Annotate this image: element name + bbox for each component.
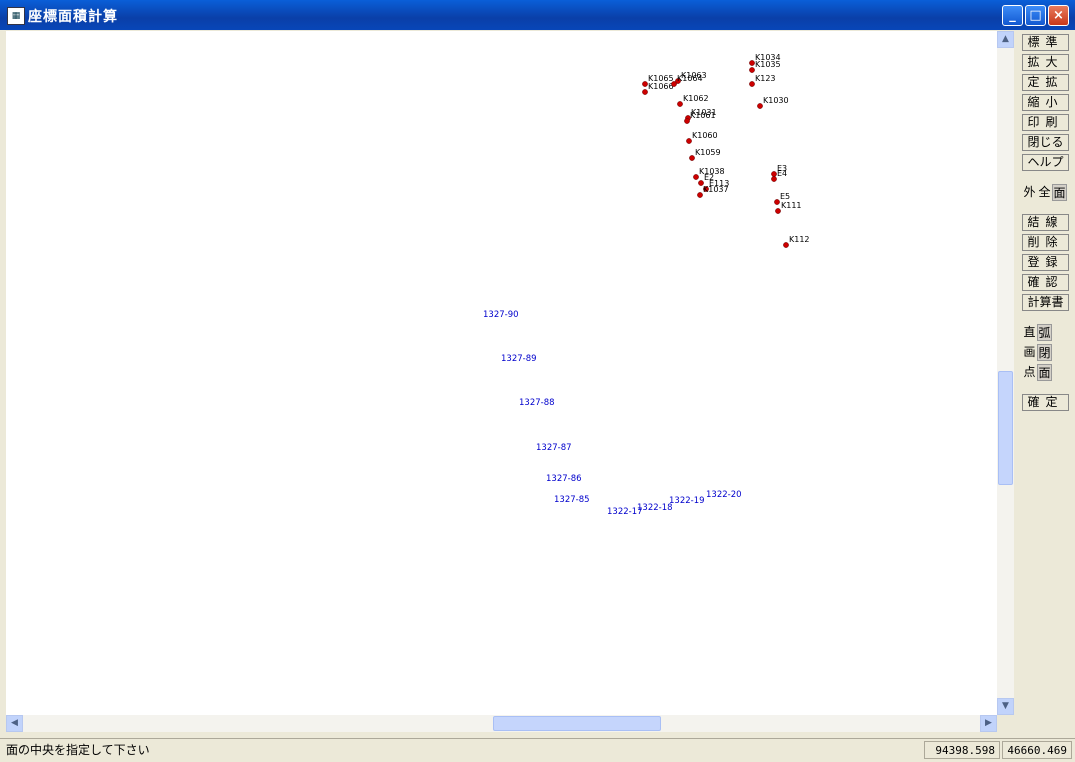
scroll-down-icon[interactable]: ▼ bbox=[997, 698, 1014, 715]
point-label: K1062 bbox=[683, 94, 709, 103]
survey-point[interactable] bbox=[775, 208, 781, 214]
point-label: K1064 bbox=[677, 74, 703, 83]
minimize-button[interactable]: _ bbox=[1002, 5, 1023, 26]
print-button[interactable]: 印刷 bbox=[1022, 114, 1069, 131]
survey-point[interactable] bbox=[671, 81, 677, 87]
scroll-right-icon[interactable]: ▶ bbox=[980, 715, 997, 732]
survey-point[interactable] bbox=[749, 60, 755, 66]
mode-closed-toggle[interactable]: 閉 bbox=[1037, 344, 1052, 361]
point-label: E4 bbox=[777, 169, 787, 178]
area-label: 1327-86 bbox=[546, 474, 582, 484]
survey-point[interactable] bbox=[642, 81, 648, 87]
point-label: K1059 bbox=[695, 148, 721, 157]
point-label: E5 bbox=[780, 192, 790, 201]
close-button[interactable]: × bbox=[1048, 5, 1069, 26]
survey-point[interactable] bbox=[686, 138, 692, 144]
area-label: 1322-19 bbox=[669, 496, 705, 506]
app-window: ▦ 座標面積計算 _ □ × K1034 K1035 K123 K1030 K1065 K… bbox=[0, 0, 1075, 762]
survey-plot[interactable]: K1034K1035K123K1030K1065K1066K1063K1064K… bbox=[6, 31, 997, 715]
standard-view-button[interactable]: 標準 bbox=[1022, 34, 1069, 51]
register-button[interactable]: 登録 bbox=[1022, 254, 1069, 271]
horizontal-scroll-thumb[interactable] bbox=[493, 716, 661, 731]
title-bar[interactable]: ▦ 座標面積計算 _ □ × bbox=[0, 0, 1075, 30]
point-label: K1066 bbox=[648, 82, 674, 91]
area-label: 1327-89 bbox=[501, 354, 537, 364]
survey-point[interactable] bbox=[684, 118, 690, 124]
point-label: K111 bbox=[781, 201, 802, 210]
fixed-zoom-button[interactable]: 定拡 bbox=[1022, 74, 1069, 91]
survey-point[interactable] bbox=[749, 67, 755, 73]
mode-arc-toggle[interactable]: 弧 bbox=[1037, 324, 1052, 341]
area-label: 1327-85 bbox=[554, 495, 590, 505]
window-title: 座標面積計算 bbox=[28, 9, 118, 25]
point-label: K1060 bbox=[692, 131, 718, 140]
point-label: K112 bbox=[789, 235, 810, 244]
point-label: K1037 bbox=[703, 185, 729, 194]
point-label: K1035 bbox=[755, 60, 781, 69]
survey-point[interactable] bbox=[757, 103, 763, 109]
point-label: K1061 bbox=[690, 111, 716, 120]
status-bar: 面の中央を指定して下さい 94398.598 46660.469 bbox=[0, 738, 1075, 762]
delete-button[interactable]: 削除 bbox=[1022, 234, 1069, 251]
check-button[interactable]: 確認 bbox=[1022, 274, 1069, 291]
vertical-scrollbar[interactable]: ▲ ▼ bbox=[997, 31, 1014, 715]
view-all-toggle[interactable]: 全 bbox=[1037, 184, 1052, 201]
point-label: K1030 bbox=[763, 96, 789, 105]
area-label: 1322-18 bbox=[637, 503, 673, 513]
app-icon: ▦ bbox=[7, 7, 25, 25]
scroll-up-icon[interactable]: ▲ bbox=[997, 31, 1014, 48]
mode-screen-toggle[interactable]: 画 bbox=[1022, 344, 1037, 361]
survey-point[interactable] bbox=[774, 199, 780, 205]
area-label: 1322-20 bbox=[706, 490, 742, 500]
view-area-toggle[interactable]: 面 bbox=[1052, 184, 1067, 201]
horizontal-scrollbar[interactable]: ◀ ▶ bbox=[6, 715, 997, 732]
mode-straight-toggle[interactable]: 直 bbox=[1022, 324, 1037, 341]
maximize-button[interactable]: □ bbox=[1025, 5, 1046, 26]
calc-report-button[interactable]: 計算書 bbox=[1022, 294, 1069, 311]
connect-line-button[interactable]: 結線 bbox=[1022, 214, 1069, 231]
mode-area-toggle[interactable]: 面 bbox=[1037, 364, 1052, 381]
status-x-coordinate: 94398.598 bbox=[924, 741, 1000, 759]
survey-point[interactable] bbox=[693, 174, 699, 180]
zoom-in-button[interactable]: 拡大 bbox=[1022, 54, 1069, 71]
survey-point[interactable] bbox=[677, 101, 683, 107]
vertical-scroll-thumb[interactable] bbox=[998, 371, 1013, 485]
point-label: K123 bbox=[755, 74, 776, 83]
area-label: 1327-88 bbox=[519, 398, 555, 408]
scroll-left-icon[interactable]: ◀ bbox=[6, 715, 23, 732]
survey-point[interactable] bbox=[749, 81, 755, 87]
help-button[interactable]: ヘルプ bbox=[1022, 154, 1069, 171]
status-y-coordinate: 46660.469 bbox=[1002, 741, 1072, 759]
close-view-button[interactable]: 閉じる bbox=[1022, 134, 1069, 151]
area-label: 1327-90 bbox=[483, 310, 519, 320]
survey-point[interactable] bbox=[697, 192, 703, 198]
side-toolbar: 標準 拡大 定拡 縮小 印刷 閉じる ヘルプ 外 全 面 結線 削除 登録 確認… bbox=[1017, 31, 1075, 731]
confirm-button[interactable]: 確定 bbox=[1022, 394, 1069, 411]
survey-point[interactable] bbox=[642, 89, 648, 95]
zoom-out-button[interactable]: 縮小 bbox=[1022, 94, 1069, 111]
survey-point[interactable] bbox=[689, 155, 695, 161]
survey-point[interactable] bbox=[771, 176, 777, 182]
drawing-canvas[interactable]: K1034 K1035 K123 K1030 K1065 K1066 K1063 K1064 K… bbox=[6, 31, 997, 715]
survey-point[interactable] bbox=[783, 242, 789, 248]
survey-point[interactable] bbox=[771, 171, 777, 177]
mode-point-toggle[interactable]: 点 bbox=[1022, 364, 1037, 381]
view-outer-toggle[interactable]: 外 bbox=[1022, 184, 1037, 201]
status-message: 面の中央を指定して下さい bbox=[6, 743, 150, 757]
area-label: 1327-87 bbox=[536, 443, 572, 453]
